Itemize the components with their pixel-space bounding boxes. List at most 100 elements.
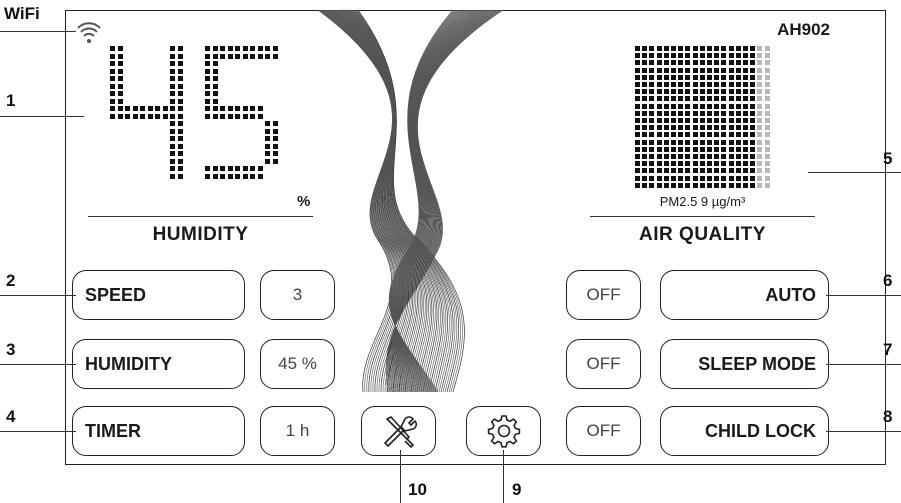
matrix-dot <box>635 67 640 73</box>
matrix-dot <box>699 175 705 181</box>
callout-2: 2 <box>6 271 16 290</box>
matrix-dot <box>728 154 734 159</box>
matrix-dot <box>635 125 640 131</box>
matrix-dot <box>649 60 655 66</box>
matrix-dot <box>728 118 734 123</box>
humidity-value[interactable]: 45 % <box>260 339 335 389</box>
matrix-dot <box>649 67 655 73</box>
matrix-dot <box>721 46 727 51</box>
speed-value[interactable]: 3 <box>260 270 335 320</box>
speed-button[interactable]: SPEED <box>72 270 245 320</box>
matrix-dot <box>699 82 705 87</box>
matrix-dot <box>692 168 698 174</box>
matrix-dot <box>707 154 712 159</box>
matrix-dot <box>735 146 741 152</box>
matrix-dot <box>721 154 727 159</box>
matrix-dot <box>750 125 756 131</box>
matrix-dot <box>743 118 748 123</box>
timer-value[interactable]: 1 h <box>260 406 335 456</box>
matrix-dot <box>656 82 662 87</box>
matrix-dot <box>140 106 145 111</box>
auto-button[interactable]: AUTO <box>660 270 829 320</box>
matrix-dot <box>735 96 741 102</box>
settings-button[interactable] <box>466 406 541 456</box>
matrix-dot <box>699 103 705 109</box>
child-lock-button[interactable]: CHILD LOCK <box>660 406 829 456</box>
matrix-dot <box>265 151 270 156</box>
humidity-button[interactable]: HUMIDITY <box>72 339 245 389</box>
sleep-mode-state[interactable]: OFF <box>566 339 641 389</box>
matrix-dot <box>642 125 648 131</box>
callout-3: 3 <box>6 340 16 359</box>
matrix-dot <box>257 173 263 179</box>
matrix-dot <box>707 132 712 138</box>
matrix-dot <box>678 67 684 73</box>
matrix-dot <box>205 106 210 111</box>
matrix-dot <box>699 53 705 59</box>
matrix-dot <box>764 67 770 73</box>
matrix-dot <box>117 113 123 119</box>
matrix-dot <box>635 96 640 102</box>
callout-4: 4 <box>6 407 16 426</box>
matrix-dot <box>721 96 727 102</box>
matrix-dot <box>699 161 705 167</box>
matrix-dot <box>635 175 640 181</box>
matrix-dot <box>177 121 183 126</box>
matrix-dot <box>177 128 183 134</box>
matrix-dot <box>757 154 763 159</box>
matrix-dot <box>750 139 756 145</box>
auto-state[interactable]: OFF <box>566 270 641 320</box>
callout-8: 8 <box>883 407 893 426</box>
matrix-dot <box>635 60 640 66</box>
matrix-dot <box>663 60 669 66</box>
matrix-dot <box>757 110 763 116</box>
matrix-dot <box>272 121 278 126</box>
matrix-dot <box>699 118 705 123</box>
matrix-dot <box>117 46 123 51</box>
tools-button[interactable] <box>361 406 436 456</box>
matrix-dot <box>212 76 218 81</box>
matrix-dot <box>649 132 655 138</box>
matrix-dot <box>728 161 734 167</box>
matrix-dot <box>177 91 183 96</box>
matrix-dot <box>721 74 727 80</box>
matrix-dot <box>110 68 115 74</box>
matrix-dot <box>764 161 770 167</box>
matrix-dot <box>685 74 691 80</box>
sleep-mode-button[interactable]: SLEEP MODE <box>660 339 829 389</box>
matrix-dot <box>757 96 763 102</box>
matrix-dot <box>678 60 684 66</box>
matrix-dot <box>162 113 168 119</box>
matrix-dot <box>642 103 648 109</box>
matrix-dot <box>110 91 115 96</box>
matrix-dot <box>642 146 648 152</box>
matrix-dot <box>735 125 741 131</box>
matrix-dot <box>177 68 183 74</box>
matrix-dot <box>265 121 270 126</box>
matrix-dot <box>220 53 225 59</box>
matrix-dot <box>656 154 662 159</box>
matrix-dot <box>272 143 278 149</box>
matrix-dot <box>649 182 655 188</box>
matrix-dot <box>635 139 640 145</box>
matrix-dot <box>117 83 123 89</box>
matrix-dot <box>272 158 278 164</box>
matrix-dot <box>750 103 756 109</box>
matrix-dot <box>764 146 770 152</box>
matrix-dot <box>678 125 684 131</box>
matrix-dot <box>250 166 255 171</box>
matrix-dot <box>170 173 175 179</box>
matrix-dot <box>656 53 662 59</box>
matrix-dot <box>685 139 691 145</box>
matrix-dot <box>692 161 698 167</box>
matrix-dot <box>707 89 712 95</box>
matrix-dot <box>205 83 210 89</box>
matrix-dot <box>692 182 698 188</box>
model-label: AH902 <box>777 20 830 39</box>
matrix-dot <box>656 60 662 66</box>
timer-button[interactable]: TIMER <box>72 406 245 456</box>
matrix-dot <box>678 103 684 109</box>
matrix-dot <box>699 60 705 66</box>
child-lock-state[interactable]: OFF <box>566 406 641 456</box>
matrix-dot <box>642 46 648 51</box>
